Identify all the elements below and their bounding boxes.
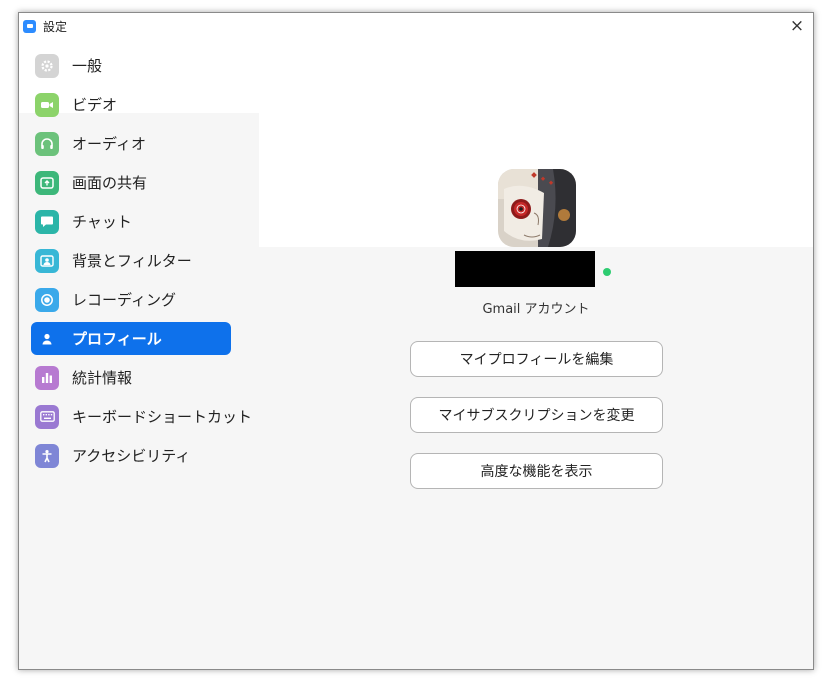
sidebar-item-general[interactable]: 一般 bbox=[31, 49, 231, 82]
background-image-icon bbox=[35, 248, 59, 273]
bar-chart-icon bbox=[35, 365, 59, 390]
sidebar-item-label: 背景とフィルター bbox=[72, 252, 192, 270]
gear-icon bbox=[35, 53, 59, 78]
sidebar-item-share-screen[interactable]: 画面の共有 bbox=[31, 166, 231, 199]
sidebar-item-label: オーディオ bbox=[72, 135, 146, 153]
sidebar-item-label: ビデオ bbox=[72, 96, 118, 114]
video-camera-icon bbox=[35, 92, 59, 117]
show-advanced-features-button[interactable]: 高度な機能を表示 bbox=[410, 453, 663, 489]
sidebar-item-audio[interactable]: オーディオ bbox=[31, 127, 231, 160]
close-button[interactable]: × bbox=[787, 16, 807, 36]
record-icon bbox=[35, 287, 59, 312]
headphones-icon bbox=[35, 131, 59, 156]
sidebar-item-label: 一般 bbox=[72, 57, 103, 75]
edit-profile-button[interactable]: マイプロフィールを編集 bbox=[410, 341, 663, 377]
sidebar-item-label: キーボードショートカット bbox=[72, 408, 253, 426]
settings-sidebar: 一般 ビデオ オーディオ 画面の共有 チャット 背景とフィルター レコーディング… bbox=[19, 39, 259, 669]
sidebar-item-label: アクセシビリティ bbox=[72, 447, 191, 465]
change-subscription-button[interactable]: マイサブスクリプションを変更 bbox=[410, 397, 663, 433]
sidebar-item-keyboard-shortcuts[interactable]: キーボードショートカット bbox=[31, 400, 252, 433]
sidebar-item-recording[interactable]: レコーディング bbox=[31, 283, 231, 316]
keyboard-icon bbox=[35, 404, 59, 429]
window-title: 設定 bbox=[43, 19, 68, 34]
account-type-label: Gmail アカウント bbox=[482, 302, 590, 317]
sidebar-item-background-filters[interactable]: 背景とフィルター bbox=[31, 244, 231, 277]
share-screen-icon bbox=[35, 170, 59, 195]
zoom-app-icon bbox=[23, 19, 36, 33]
avatar[interactable] bbox=[498, 169, 576, 247]
chat-bubble-icon bbox=[35, 209, 59, 234]
sidebar-item-video[interactable]: ビデオ bbox=[31, 88, 231, 121]
settings-window: 設定 × 一般 ビデオ オーディオ 画面の共有 チャット 背景とフィルター レコ… bbox=[18, 12, 814, 670]
profile-panel: Gmail アカウント マイプロフィールを編集 マイサブスクリプションを変更 高… bbox=[259, 39, 813, 669]
sidebar-item-label: プロフィール bbox=[72, 330, 162, 348]
sidebar-item-label: レコーディング bbox=[72, 291, 176, 309]
online-status-indicator bbox=[603, 268, 611, 276]
title-bar: 設定 × bbox=[19, 13, 813, 39]
sidebar-item-profile[interactable]: プロフィール bbox=[31, 322, 231, 355]
sidebar-item-chat[interactable]: チャット bbox=[31, 205, 231, 238]
accessibility-icon bbox=[35, 443, 59, 468]
sidebar-item-label: 統計情報 bbox=[72, 369, 133, 387]
sidebar-item-accessibility[interactable]: アクセシビリティ bbox=[31, 439, 231, 472]
redacted-display-name bbox=[455, 251, 595, 287]
sidebar-item-statistics[interactable]: 統計情報 bbox=[31, 361, 231, 394]
person-icon bbox=[35, 327, 59, 351]
sidebar-item-label: チャット bbox=[72, 213, 132, 231]
sidebar-item-label: 画面の共有 bbox=[72, 174, 148, 192]
